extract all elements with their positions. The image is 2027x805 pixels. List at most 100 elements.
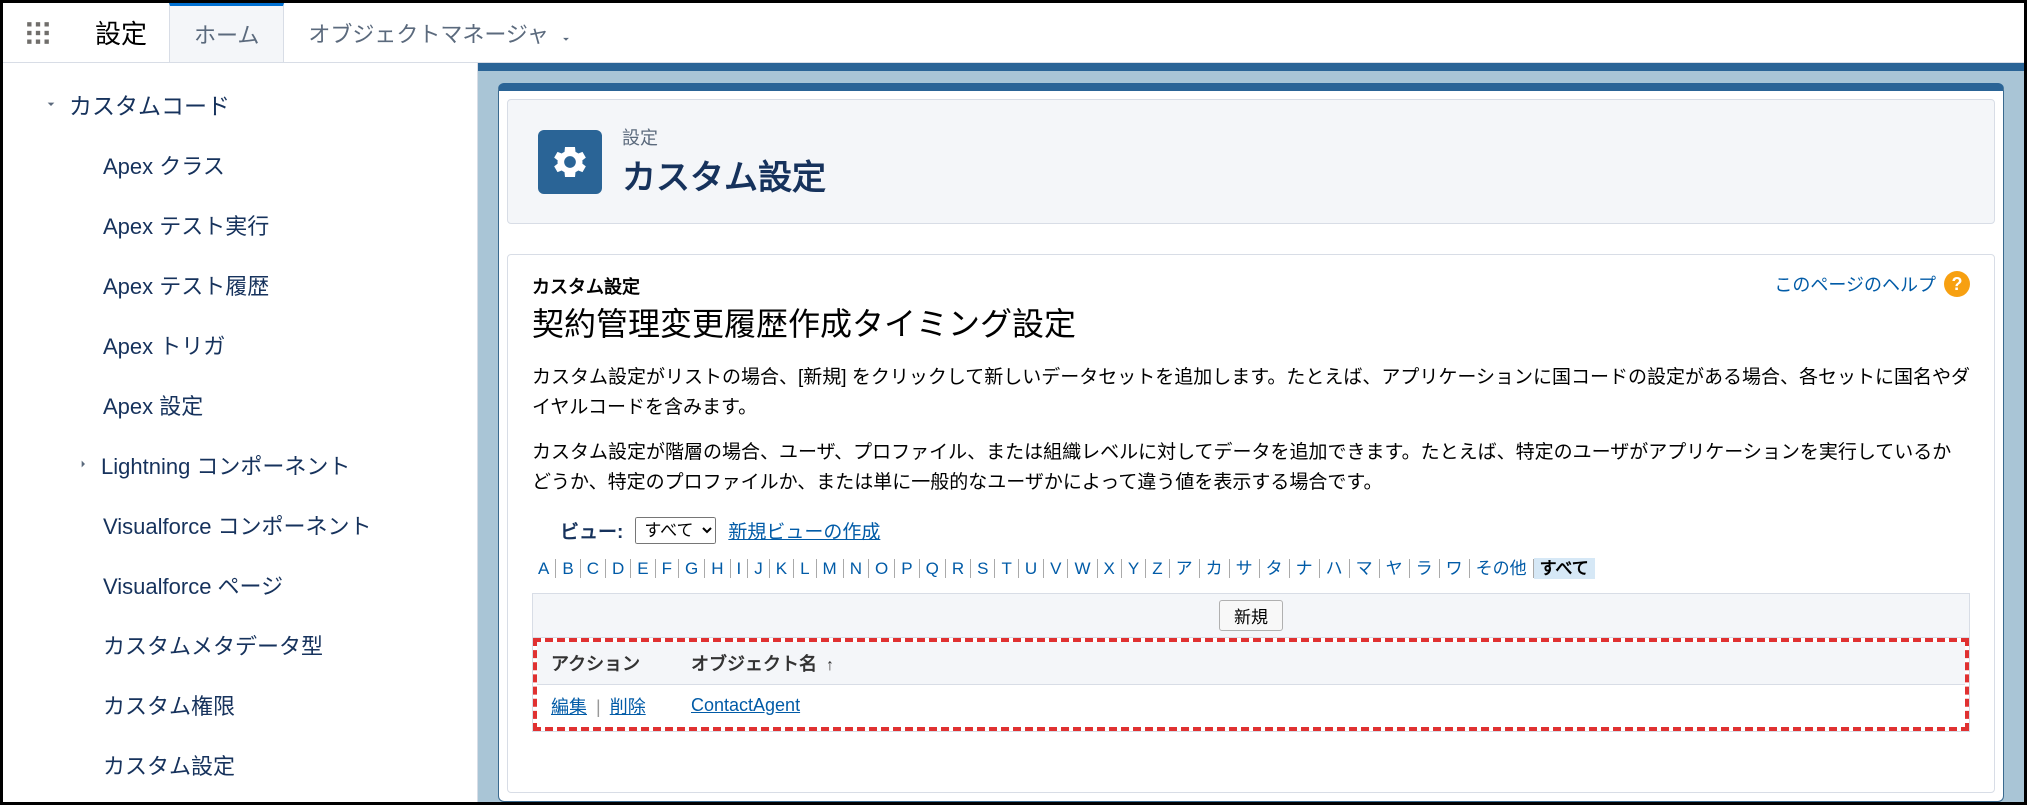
alpha-letter[interactable]: ア [1170, 559, 1200, 578]
sidebar-item-label: Visualforce ページ [103, 574, 283, 599]
alpha-letter[interactable]: H [705, 559, 730, 578]
alpha-letter[interactable]: ハ [1320, 559, 1350, 578]
app-launcher-icon[interactable] [3, 3, 73, 62]
page-header: 設定 カスタム設定 [507, 99, 1995, 224]
edit-link[interactable]: 編集 [551, 697, 587, 717]
sidebar-item-label: Visualforce コンポーネント [103, 514, 372, 539]
sidebar-item-lightning-components[interactable]: Lightning コンポーネント [3, 435, 477, 495]
alpha-letter[interactable]: U [1019, 559, 1044, 578]
alpha-letter[interactable]: Q [920, 559, 946, 578]
help-icon: ? [1944, 271, 1970, 297]
sidebar-item-label: Apex 設定 [103, 394, 203, 419]
alpha-other[interactable]: その他 [1470, 559, 1534, 578]
alpha-letter[interactable]: マ [1350, 559, 1380, 578]
alpha-letter[interactable]: I [731, 559, 749, 578]
alpha-letter[interactable]: F [656, 559, 679, 578]
sidebar-item-label: Apex クラス [103, 154, 225, 179]
col-object-name[interactable]: オブジェクト名 ↑ [677, 642, 1965, 685]
col-object-name-label: オブジェクト名 [691, 654, 817, 674]
section-crumb: カスタム設定 [532, 273, 1970, 299]
alpha-letter[interactable]: サ [1230, 559, 1260, 578]
sidebar[interactable]: カスタムコード Apex クラス Apex テスト実行 Apex テスト履歴 A… [3, 63, 478, 802]
view-label: ビュー: [560, 517, 623, 544]
alpha-letter[interactable]: L [794, 559, 816, 578]
description-2: カスタム設定が階層の場合、ユーザ、プロファイル、または組織レベルに対してデータを… [532, 438, 1970, 499]
alpha-letter[interactable]: Y [1122, 559, 1146, 578]
alpha-letter[interactable]: S [971, 559, 995, 578]
app-title: 設定 [73, 3, 169, 62]
tab-home-label: ホーム [194, 18, 259, 50]
sidebar-item-label: カスタム権限 [103, 694, 235, 719]
page-title: カスタム設定 [622, 150, 826, 199]
sidebar-item-custom-metadata[interactable]: カスタムメタデータ型 [3, 615, 477, 675]
alpha-letter[interactable]: カ [1200, 559, 1230, 578]
sidebar-item-apex-test-history[interactable]: Apex テスト履歴 [3, 255, 477, 315]
sidebar-item-custom-settings[interactable]: カスタム設定 [3, 735, 477, 795]
header-crumb: 設定 [622, 124, 826, 150]
sidebar-item-label: Apex テスト履歴 [103, 274, 269, 299]
delete-link[interactable]: 削除 [610, 697, 646, 717]
sidebar-item-label: Lightning コンポーネント [101, 449, 350, 481]
tab-home[interactable]: ホーム [169, 3, 284, 62]
alpha-letter[interactable]: K [770, 559, 794, 578]
alpha-letter[interactable]: ヤ [1380, 559, 1410, 578]
tab-object-manager[interactable]: オブジェクトマネージャ [284, 3, 596, 62]
object-name-link[interactable]: ContactAgent [691, 695, 800, 715]
alpha-letter[interactable]: E [631, 559, 655, 578]
sidebar-item-label: カスタムメタデータ型 [103, 634, 323, 659]
col-action[interactable]: アクション [537, 642, 677, 685]
sidebar-item-label: Apex テスト実行 [103, 214, 269, 239]
sidebar-item-vf-pages[interactable]: Visualforce ページ [3, 555, 477, 615]
chevron-down-icon [43, 91, 61, 118]
highlight-box: アクション オブジェクト名 ↑ [533, 638, 1969, 731]
alpha-letter[interactable]: M [817, 559, 844, 578]
alpha-filter: ABCDEFGHIJKLMNOPQRSTUVWXYZアカサタナハマヤラワその他す… [532, 554, 1970, 579]
chevron-right-icon [75, 452, 93, 478]
table-row: 編集 | 削除 ContactAgent [537, 684, 1965, 727]
sort-arrow-icon: ↑ [826, 657, 834, 674]
gear-icon [538, 130, 602, 194]
sidebar-item-apex-classes[interactable]: Apex クラス [3, 135, 477, 195]
sidebar-item-label: Apex トリガ [103, 334, 225, 359]
content: このページのヘルプ ? カスタム設定 契約管理変更履歴作成タイミング設定 カスタ… [507, 254, 1995, 793]
new-view-link[interactable]: 新規ビューの作成 [728, 517, 880, 544]
alpha-letter[interactable]: T [995, 559, 1018, 578]
alpha-letter[interactable]: ラ [1410, 559, 1440, 578]
alpha-letter[interactable]: B [556, 559, 580, 578]
help-link[interactable]: このページのヘルプ ? [1774, 271, 1970, 297]
alpha-letter[interactable]: Z [1146, 559, 1169, 578]
topbar: 設定 ホーム オブジェクトマネージャ [3, 3, 2024, 63]
alpha-letter[interactable]: タ [1260, 559, 1290, 578]
alpha-letter[interactable]: V [1044, 559, 1068, 578]
alpha-all[interactable]: すべて [1534, 558, 1595, 579]
alpha-letter[interactable]: ワ [1440, 559, 1470, 578]
sidebar-item-apex-settings[interactable]: Apex 設定 [3, 375, 477, 435]
new-button[interactable]: 新規 [1219, 600, 1283, 631]
alpha-letter[interactable]: O [869, 559, 895, 578]
alpha-letter[interactable]: P [895, 559, 919, 578]
alpha-letter[interactable]: N [844, 559, 869, 578]
main-area: 設定 カスタム設定 このページのヘルプ ? カスタム設定 契約管理変更履歴作成タ… [478, 63, 2024, 802]
alpha-letter[interactable]: J [748, 559, 770, 578]
section-title: 契約管理変更履歴作成タイミング設定 [532, 299, 1970, 345]
alpha-letter[interactable]: A [532, 559, 556, 578]
chevron-down-icon [559, 26, 573, 40]
description-1: カスタム設定がリストの場合、[新規] をクリックして新しいデータセットを追加しま… [532, 363, 1970, 424]
alpha-letter[interactable]: C [581, 559, 606, 578]
sidebar-parent-custom-code[interactable]: カスタムコード [3, 73, 477, 135]
sidebar-item-custom-permissions[interactable]: カスタム権限 [3, 675, 477, 735]
alpha-letter[interactable]: ナ [1290, 559, 1320, 578]
sidebar-item-apex-triggers[interactable]: Apex トリガ [3, 315, 477, 375]
alpha-letter[interactable]: W [1068, 559, 1097, 578]
tab-object-manager-label: オブジェクトマネージャ [308, 17, 548, 49]
divider: | [592, 697, 605, 717]
alpha-letter[interactable]: G [679, 559, 705, 578]
alpha-letter[interactable]: X [1098, 559, 1122, 578]
sidebar-item-vf-components[interactable]: Visualforce コンポーネント [3, 495, 477, 555]
alpha-letter[interactable]: D [606, 559, 631, 578]
help-link-label: このページのヘルプ [1774, 271, 1936, 297]
alpha-letter[interactable]: R [946, 559, 971, 578]
sidebar-item-apex-test-exec[interactable]: Apex テスト実行 [3, 195, 477, 255]
sidebar-item-label: カスタム設定 [103, 754, 235, 779]
view-select[interactable]: すべて [635, 517, 716, 544]
